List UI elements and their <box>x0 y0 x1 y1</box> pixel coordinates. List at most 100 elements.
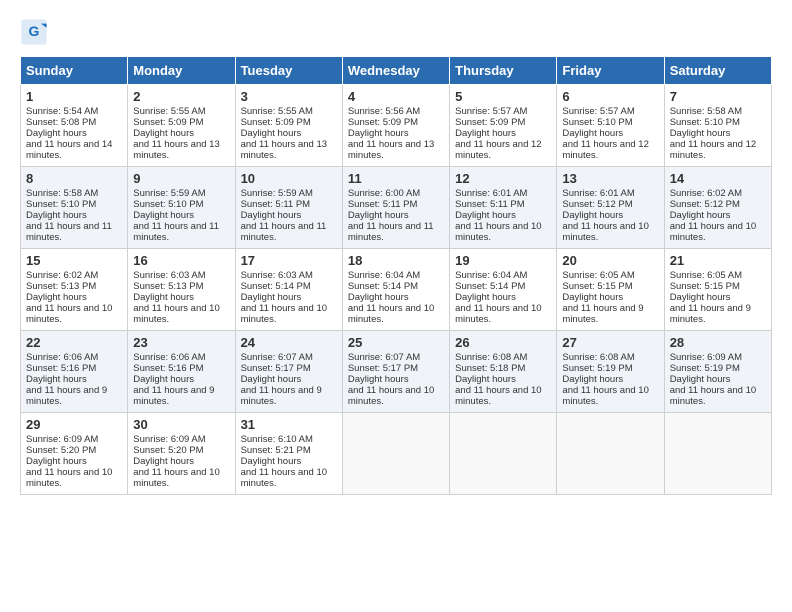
sunrise: Sunrise: 5:56 AM <box>348 106 420 117</box>
day-cell: 29Sunrise: 6:09 AMSunset: 5:20 PMDayligh… <box>21 413 128 495</box>
day-number: 5 <box>455 89 551 104</box>
day-cell: 5Sunrise: 5:57 AMSunset: 5:09 PMDaylight… <box>450 85 557 167</box>
day-number: 2 <box>133 89 229 104</box>
daylight-value: and 11 hours and 14 minutes. <box>26 139 112 161</box>
sunset: Sunset: 5:16 PM <box>133 363 203 374</box>
day-cell: 8Sunrise: 5:58 AMSunset: 5:10 PMDaylight… <box>21 167 128 249</box>
day-cell: 12Sunrise: 6:01 AMSunset: 5:11 PMDayligh… <box>450 167 557 249</box>
sunrise: Sunrise: 6:06 AM <box>26 352 98 363</box>
daylight-label: Daylight hours <box>133 128 194 139</box>
daylight-value: and 11 hours and 9 minutes. <box>26 385 107 407</box>
sunset: Sunset: 5:14 PM <box>348 281 418 292</box>
day-number: 12 <box>455 171 551 186</box>
day-cell: 1Sunrise: 5:54 AMSunset: 5:08 PMDaylight… <box>21 85 128 167</box>
sunrise: Sunrise: 6:03 AM <box>133 270 205 281</box>
sunrise: Sunrise: 5:54 AM <box>26 106 98 117</box>
day-number: 6 <box>562 89 658 104</box>
sunset: Sunset: 5:12 PM <box>670 199 740 210</box>
week-row-2: 8Sunrise: 5:58 AMSunset: 5:10 PMDaylight… <box>21 167 772 249</box>
day-number: 7 <box>670 89 766 104</box>
daylight-label: Daylight hours <box>348 128 409 139</box>
day-cell: 7Sunrise: 5:58 AMSunset: 5:10 PMDaylight… <box>664 85 771 167</box>
day-number: 17 <box>241 253 337 268</box>
day-cell: 4Sunrise: 5:56 AMSunset: 5:09 PMDaylight… <box>342 85 449 167</box>
day-cell: 9Sunrise: 5:59 AMSunset: 5:10 PMDaylight… <box>128 167 235 249</box>
daylight-value: and 11 hours and 10 minutes. <box>455 385 541 407</box>
daylight-value: and 11 hours and 10 minutes. <box>670 385 756 407</box>
sunrise: Sunrise: 6:09 AM <box>26 434 98 445</box>
sunset: Sunset: 5:15 PM <box>562 281 632 292</box>
sunrise: Sunrise: 6:05 AM <box>562 270 634 281</box>
daylight-value: and 11 hours and 10 minutes. <box>241 467 327 489</box>
sunset: Sunset: 5:15 PM <box>670 281 740 292</box>
day-number: 13 <box>562 171 658 186</box>
day-number: 3 <box>241 89 337 104</box>
day-number: 24 <box>241 335 337 350</box>
sunset: Sunset: 5:09 PM <box>241 117 311 128</box>
sunrise: Sunrise: 5:58 AM <box>670 106 742 117</box>
svg-text:G: G <box>29 23 40 39</box>
day-cell <box>664 413 771 495</box>
day-cell: 24Sunrise: 6:07 AMSunset: 5:17 PMDayligh… <box>235 331 342 413</box>
daylight-label: Daylight hours <box>133 210 194 221</box>
sunrise: Sunrise: 6:06 AM <box>133 352 205 363</box>
logo: G <box>20 18 52 46</box>
sunset: Sunset: 5:18 PM <box>455 363 525 374</box>
daylight-value: and 11 hours and 10 minutes. <box>133 467 219 489</box>
day-cell: 22Sunrise: 6:06 AMSunset: 5:16 PMDayligh… <box>21 331 128 413</box>
header: G <box>20 18 772 46</box>
daylight-label: Daylight hours <box>455 210 516 221</box>
sunset: Sunset: 5:13 PM <box>26 281 96 292</box>
daylight-label: Daylight hours <box>26 210 87 221</box>
day-number: 22 <box>26 335 122 350</box>
day-cell: 13Sunrise: 6:01 AMSunset: 5:12 PMDayligh… <box>557 167 664 249</box>
header-friday: Friday <box>557 57 664 85</box>
day-number: 11 <box>348 171 444 186</box>
daylight-value: and 11 hours and 10 minutes. <box>455 221 541 243</box>
daylight-value: and 11 hours and 10 minutes. <box>241 303 327 325</box>
daylight-value: and 11 hours and 10 minutes. <box>26 303 112 325</box>
sunrise: Sunrise: 6:09 AM <box>133 434 205 445</box>
sunset: Sunset: 5:11 PM <box>241 199 311 210</box>
daylight-value: and 11 hours and 12 minutes. <box>455 139 541 161</box>
daylight-label: Daylight hours <box>241 456 302 467</box>
sunrise: Sunrise: 6:10 AM <box>241 434 313 445</box>
week-row-5: 29Sunrise: 6:09 AMSunset: 5:20 PMDayligh… <box>21 413 772 495</box>
day-number: 16 <box>133 253 229 268</box>
day-cell: 10Sunrise: 5:59 AMSunset: 5:11 PMDayligh… <box>235 167 342 249</box>
day-number: 18 <box>348 253 444 268</box>
daylight-value: and 11 hours and 13 minutes. <box>133 139 219 161</box>
day-cell: 6Sunrise: 5:57 AMSunset: 5:10 PMDaylight… <box>557 85 664 167</box>
daylight-label: Daylight hours <box>26 456 87 467</box>
sunrise: Sunrise: 6:02 AM <box>670 188 742 199</box>
sunrise: Sunrise: 6:04 AM <box>455 270 527 281</box>
day-number: 14 <box>670 171 766 186</box>
sunset: Sunset: 5:10 PM <box>562 117 632 128</box>
sunset: Sunset: 5:09 PM <box>133 117 203 128</box>
sunset: Sunset: 5:17 PM <box>241 363 311 374</box>
daylight-value: and 11 hours and 11 minutes. <box>26 221 112 243</box>
day-cell: 15Sunrise: 6:02 AMSunset: 5:13 PMDayligh… <box>21 249 128 331</box>
day-number: 20 <box>562 253 658 268</box>
header-saturday: Saturday <box>664 57 771 85</box>
day-cell: 16Sunrise: 6:03 AMSunset: 5:13 PMDayligh… <box>128 249 235 331</box>
day-cell <box>342 413 449 495</box>
daylight-label: Daylight hours <box>348 292 409 303</box>
day-number: 27 <box>562 335 658 350</box>
day-number: 28 <box>670 335 766 350</box>
sunset: Sunset: 5:21 PM <box>241 445 311 456</box>
week-row-4: 22Sunrise: 6:06 AMSunset: 5:16 PMDayligh… <box>21 331 772 413</box>
day-number: 15 <box>26 253 122 268</box>
daylight-label: Daylight hours <box>241 292 302 303</box>
day-cell: 2Sunrise: 5:55 AMSunset: 5:09 PMDaylight… <box>128 85 235 167</box>
sunrise: Sunrise: 6:08 AM <box>562 352 634 363</box>
header-tuesday: Tuesday <box>235 57 342 85</box>
sunrise: Sunrise: 5:57 AM <box>455 106 527 117</box>
logo-icon: G <box>20 18 48 46</box>
day-cell: 30Sunrise: 6:09 AMSunset: 5:20 PMDayligh… <box>128 413 235 495</box>
day-cell: 20Sunrise: 6:05 AMSunset: 5:15 PMDayligh… <box>557 249 664 331</box>
day-cell <box>557 413 664 495</box>
sunrise: Sunrise: 5:59 AM <box>133 188 205 199</box>
day-number: 10 <box>241 171 337 186</box>
daylight-value: and 11 hours and 10 minutes. <box>348 303 434 325</box>
